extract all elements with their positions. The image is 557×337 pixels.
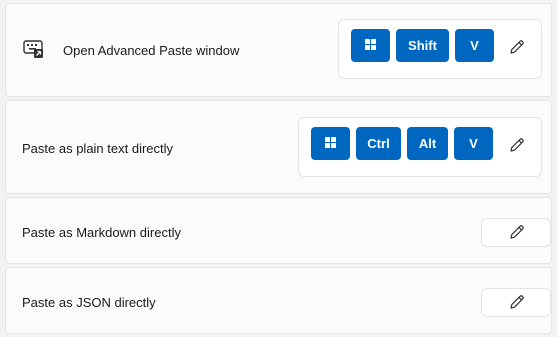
key-shift[interactable]: Shift (396, 29, 449, 62)
key-v[interactable]: V (455, 29, 494, 62)
pencil-icon (509, 137, 525, 158)
windows-logo-icon (365, 38, 376, 53)
row-label: Paste as JSON directly (22, 295, 156, 310)
row-label: Open Advanced Paste window (63, 43, 240, 58)
edit-shortcut-button[interactable] (481, 218, 551, 247)
keyboard-paste-icon (23, 40, 45, 60)
pencil-icon (509, 294, 525, 315)
row-label: Paste as Markdown directly (22, 225, 181, 240)
key-v[interactable]: V (454, 127, 493, 160)
shortcut-row-paste-markdown: Paste as Markdown directly (5, 197, 552, 264)
row-label: Paste as plain text directly (22, 141, 174, 156)
key-ctrl[interactable]: Ctrl (356, 127, 401, 160)
windows-logo-icon (325, 136, 336, 151)
edit-shortcut-button[interactable] (506, 38, 528, 60)
shortcut-row-paste-plain-text: Paste as plain text directly Ctrl Alt V (5, 100, 552, 194)
key-windows[interactable] (351, 29, 390, 62)
pencil-icon (509, 39, 525, 60)
shortcut-row-paste-json: Paste as JSON directly (5, 267, 552, 334)
edit-shortcut-button[interactable] (506, 136, 528, 158)
key-alt[interactable]: Alt (407, 127, 448, 160)
key-windows[interactable] (311, 127, 350, 160)
shortcut-row-open-advanced-paste: Open Advanced Paste window Shift V (5, 3, 552, 97)
pencil-icon (509, 224, 525, 245)
edit-shortcut-button[interactable] (481, 288, 551, 317)
